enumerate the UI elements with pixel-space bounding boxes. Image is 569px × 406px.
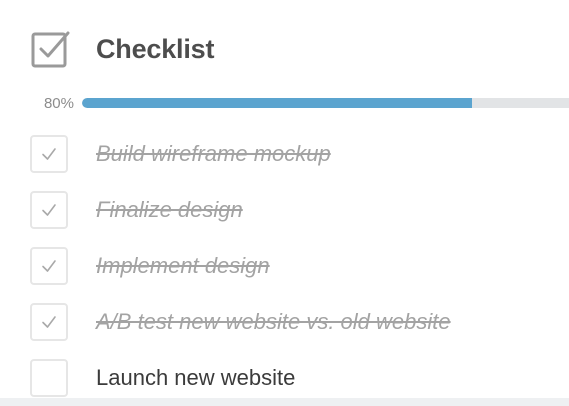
item-label[interactable]: Launch new website <box>96 365 295 391</box>
check-icon <box>42 148 56 160</box>
item-checkbox[interactable] <box>30 135 68 173</box>
progress-percent: 80% <box>43 94 74 112</box>
checklist-items: Build wireframe mockup Finalize design I… <box>0 126 569 406</box>
checklist-item[interactable]: Build wireframe mockup <box>0 126 569 182</box>
check-icon <box>42 260 56 272</box>
checklist-item[interactable]: Finalize design <box>0 182 569 238</box>
item-checkbox[interactable] <box>30 359 68 397</box>
item-checkbox[interactable] <box>30 247 68 285</box>
checklist-item[interactable]: Implement design <box>0 238 569 294</box>
item-label[interactable]: Finalize design <box>96 197 243 223</box>
item-checkbox[interactable] <box>30 303 68 341</box>
item-label[interactable]: Implement design <box>96 253 270 279</box>
checkbox-icon <box>31 31 70 68</box>
check-icon <box>42 316 56 328</box>
checklist-progress: 80% <box>0 88 569 118</box>
item-label[interactable]: Build wireframe mockup <box>96 141 331 167</box>
checklist-header: Checklist <box>30 26 214 72</box>
progress-track <box>82 98 569 108</box>
item-checkbox[interactable] <box>30 191 68 229</box>
checklist-title[interactable]: Checklist <box>96 34 214 65</box>
progress-fill <box>82 98 472 108</box>
item-label[interactable]: A/B test new website vs. old website <box>96 309 451 335</box>
checklist-item[interactable]: A/B test new website vs. old website <box>0 294 569 350</box>
check-icon <box>42 204 56 216</box>
checklist-card: Checklist 80% Build wireframe mockup Fin… <box>0 0 569 398</box>
